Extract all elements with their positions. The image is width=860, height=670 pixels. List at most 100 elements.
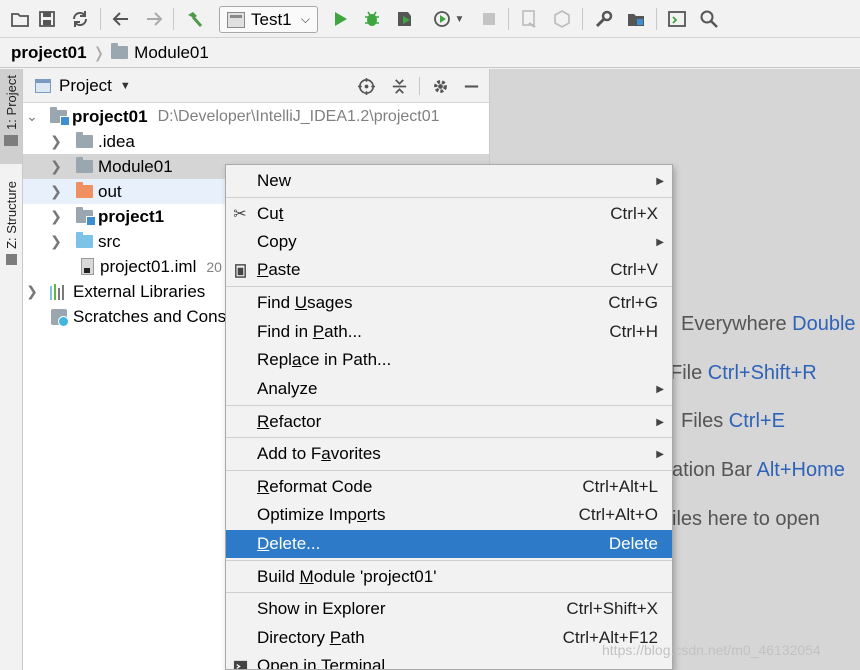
build-hammer-icon[interactable] <box>182 7 206 31</box>
tab-structure[interactable]: Z: Structure <box>0 181 22 281</box>
tool-window-strip: 1: Project Z: Structure <box>0 69 23 670</box>
stop-icon[interactable] <box>477 7 501 31</box>
menu-item-copy[interactable]: Copy ▶ <box>226 228 672 256</box>
chevron-down-icon[interactable]: ▼ <box>120 80 131 92</box>
tab-project[interactable]: 1: Project <box>0 69 22 164</box>
menu-shortcut: Ctrl+Alt+L <box>582 477 658 496</box>
menu-item-find-usages[interactable]: Find Usages Ctrl+G <box>226 289 672 317</box>
run-config-icon <box>227 11 245 28</box>
tree-label: project01.iml <box>100 256 197 276</box>
chevron-right-icon[interactable]: ❯ <box>50 158 62 175</box>
breadcrumb-project[interactable]: project01 <box>11 43 87 63</box>
submenu-arrow-icon: ▶ <box>656 236 664 248</box>
menu-item-new[interactable]: New ▶ <box>226 167 672 195</box>
menu-shortcut: Delete <box>608 534 658 553</box>
project-view-title[interactable]: Project <box>59 76 112 96</box>
project-structure-icon[interactable] <box>624 7 648 31</box>
run-icon[interactable] <box>328 7 352 31</box>
chevron-right-icon[interactable]: ❯ <box>50 133 62 150</box>
menu-shortcut: Ctrl+X <box>610 204 658 223</box>
tab-structure-label: Z: Structure <box>3 181 19 249</box>
chevron-right-icon[interactable]: ❯ <box>26 283 38 300</box>
menu-shortcut: Ctrl+G <box>608 293 658 312</box>
menu-item-find-in-path[interactable]: Find in Path... Ctrl+H <box>226 318 672 346</box>
save-icon[interactable] <box>35 7 59 31</box>
coverage-icon[interactable] <box>392 7 416 31</box>
folder-icon <box>4 134 18 146</box>
menu-item-replace-in-path[interactable]: Replace in Path... <box>226 346 672 374</box>
menu-item-paste[interactable]: Paste Ctrl+V <box>226 256 672 284</box>
menu-item-add-to-favorites[interactable]: Add to Favorites ▶ <box>226 440 672 468</box>
tree-label: project01 <box>72 106 148 126</box>
tree-path: D:\Developer\IntelliJ_IDEA1.2\project01 <box>157 107 440 125</box>
menu-shortcut: Ctrl+Alt+O <box>578 505 658 524</box>
folder-icon <box>76 132 93 148</box>
run-config-label: Test1 <box>251 9 292 29</box>
structure-icon <box>5 253 17 265</box>
menu-label: Cut <box>257 204 284 223</box>
gear-icon[interactable] <box>430 76 450 96</box>
chevron-right-icon[interactable]: ❯ <box>50 183 62 200</box>
chevron-right-icon[interactable]: ❯ <box>50 233 62 250</box>
breadcrumb: project01 ❭ Module01 <box>0 38 860 68</box>
menu-item-show-in-explorer[interactable]: Show in Explorer Ctrl+Shift+X <box>226 595 672 623</box>
chevron-down-icon: ⌵ <box>300 12 310 26</box>
scratches-icon <box>51 308 69 327</box>
menu-item-analyze[interactable]: Analyze ▶ <box>226 375 672 403</box>
settings-wrench-icon[interactable] <box>592 7 616 31</box>
sync-icon[interactable] <box>68 7 92 31</box>
menu-item-delete[interactable]: Delete... Delete <box>226 530 672 558</box>
menu-label: Replace in Path... <box>257 350 392 369</box>
tree-label: out <box>98 181 122 201</box>
menu-label: Reformat Code <box>257 477 373 496</box>
locate-icon[interactable] <box>356 76 376 96</box>
hint-recent-files: Files Ctrl+E <box>681 410 785 432</box>
menu-label: Find Usages <box>257 293 353 312</box>
menu-label: Open in Terminal <box>257 656 386 670</box>
menu-label: Paste <box>257 260 301 279</box>
context-menu: New ▶ ✂ Cut Ctrl+X Copy ▶ Paste Ctrl+V F… <box>225 164 673 670</box>
project-panel-header: Project ▼ <box>23 69 489 103</box>
chevron-right-icon[interactable]: ❯ <box>50 208 62 225</box>
hint-search-everywhere: Everywhere Double <box>681 313 856 335</box>
menu-label: New <box>257 171 292 190</box>
run-configuration-select[interactable]: Test1 ⌵ <box>219 6 318 33</box>
terminal-icon[interactable] <box>665 7 689 31</box>
tree-label: project1 <box>98 206 165 226</box>
hint-drop-files: iles here to open <box>672 508 820 530</box>
services-icon[interactable] <box>550 7 574 31</box>
menu-label: Show in Explorer <box>257 599 386 618</box>
folder-icon <box>111 43 129 59</box>
menu-label: Build Module 'project01' <box>257 567 437 586</box>
source-folder-icon <box>76 232 93 248</box>
minimize-icon[interactable] <box>461 76 481 96</box>
collapse-all-icon[interactable] <box>389 76 409 96</box>
tree-item-idea[interactable]: ❯ .idea <box>23 129 489 154</box>
menu-item-reformat-code[interactable]: Reformat Code Ctrl+Alt+L <box>226 473 672 501</box>
menu-label: Analyze <box>257 379 318 398</box>
search-icon[interactable] <box>697 7 721 31</box>
menu-label: Find in Path... <box>257 322 362 341</box>
submenu-arrow-icon: ▶ <box>656 416 664 428</box>
menu-item-refactor[interactable]: Refactor ▶ <box>226 408 672 436</box>
back-arrow-icon[interactable] <box>109 7 133 31</box>
profile-icon[interactable]: ▼ <box>426 7 470 31</box>
excluded-folder-icon <box>76 182 93 198</box>
open-folder-icon[interactable] <box>8 7 32 31</box>
breadcrumb-module[interactable]: Module01 <box>134 43 209 63</box>
submenu-arrow-icon: ▶ <box>656 175 664 187</box>
menu-item-cut[interactable]: ✂ Cut Ctrl+X <box>226 200 672 228</box>
menu-shortcut: Ctrl+V <box>610 260 658 279</box>
folder-icon <box>76 157 93 173</box>
chevron-down-icon[interactable]: ⌄ <box>26 108 38 125</box>
menu-item-build-module[interactable]: Build Module 'project01' <box>226 563 672 591</box>
attach-icon[interactable] <box>518 7 542 31</box>
module-folder-icon <box>50 107 70 126</box>
debug-icon[interactable] <box>360 7 384 31</box>
forward-arrow-icon[interactable] <box>142 7 166 31</box>
menu-shortcut: Ctrl+H <box>609 322 658 341</box>
tree-item-project01[interactable]: ⌄ project01 D:\Developer\IntelliJ_IDEA1.… <box>23 104 489 129</box>
hint-go-to-file: File Ctrl+Shift+R <box>670 362 817 384</box>
menu-item-optimize-imports[interactable]: Optimize Imports Ctrl+Alt+O <box>226 501 672 529</box>
clipboard-icon <box>232 262 248 278</box>
